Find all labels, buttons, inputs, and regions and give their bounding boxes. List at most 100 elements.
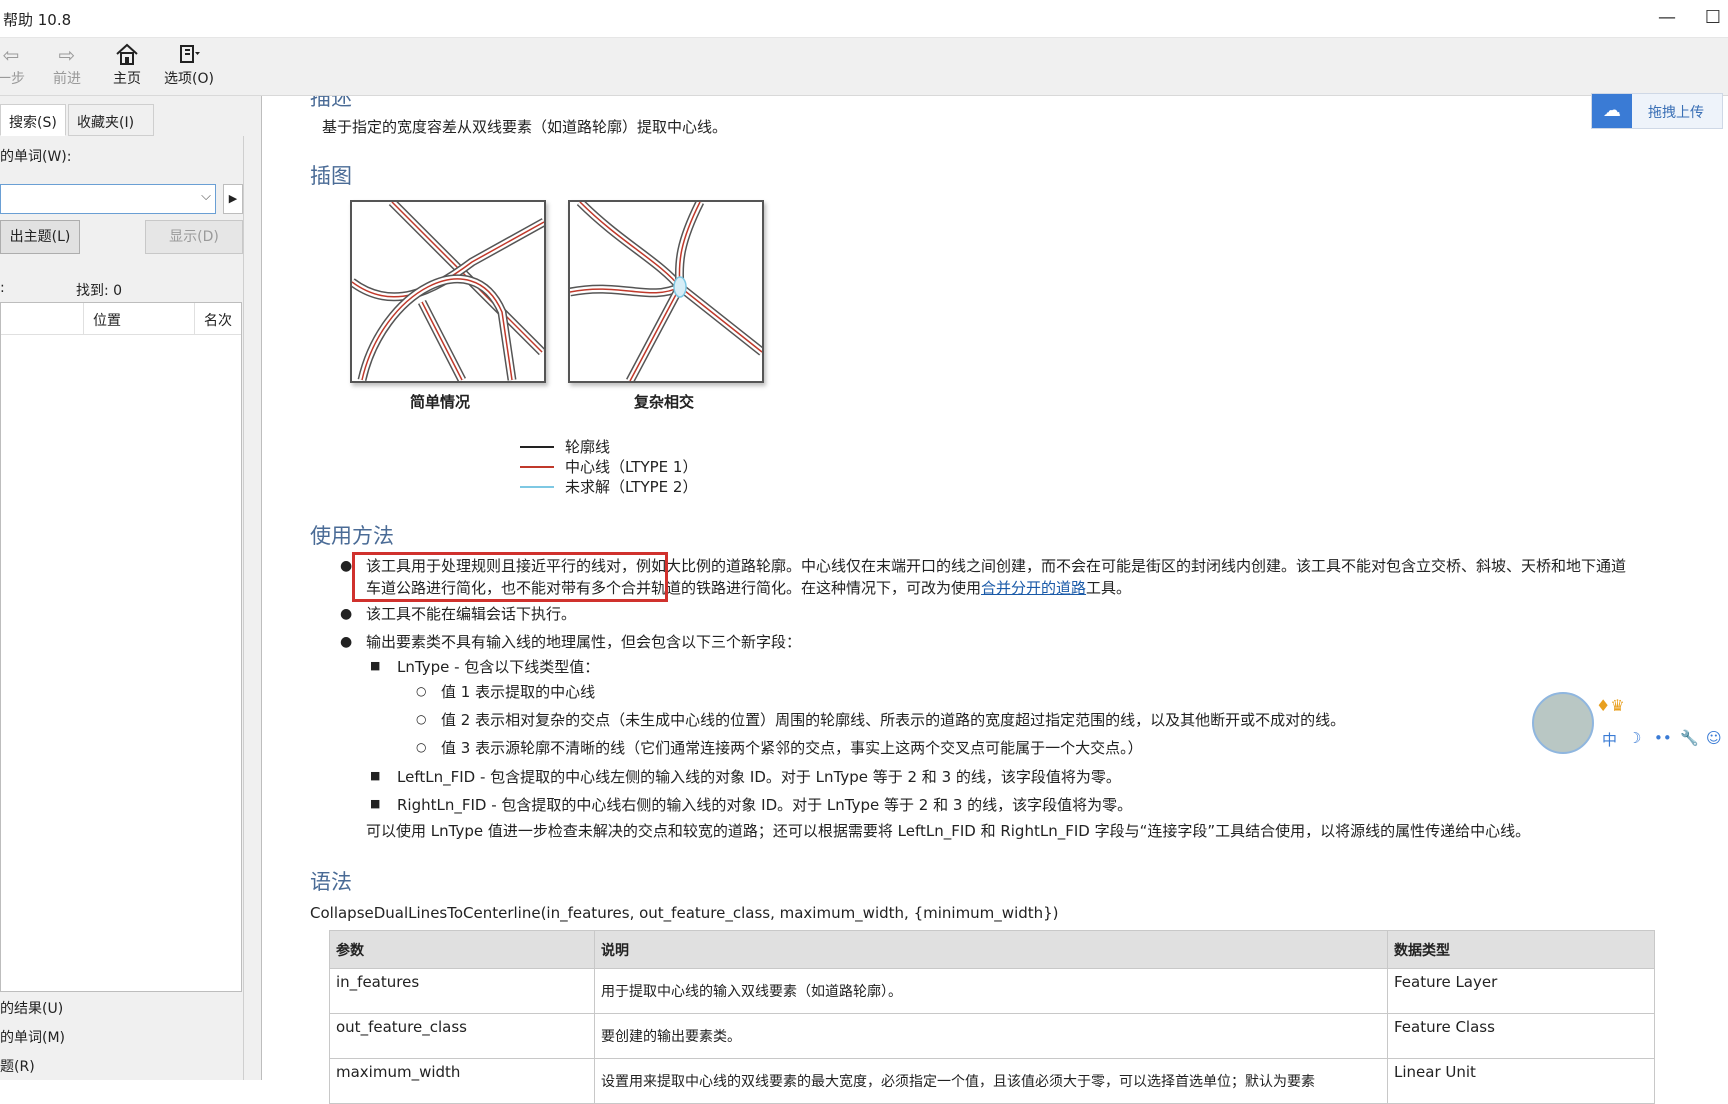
minimize-button[interactable]: — bbox=[1654, 6, 1680, 32]
usage-heading: 使用方法 bbox=[310, 524, 394, 548]
search-pane: 搜索(S) 收藏夹(I) 的单词(W): ⌵ ▶ 出主题(L) 显示(D) : … bbox=[0, 96, 252, 1080]
options-button[interactable]: 选项(O) bbox=[160, 42, 218, 88]
legend-outline-label: 轮廓线 bbox=[565, 438, 611, 456]
chevron-down-icon[interactable]: ⌵ bbox=[201, 189, 211, 204]
drag-upload-label: 拖拽上传 bbox=[1648, 105, 1704, 121]
ime-emoji-icon[interactable]: ☺ bbox=[1706, 729, 1722, 747]
ime-bar: 中 ☽ •• 🔧 ☺ bbox=[1596, 726, 1728, 752]
param-description: 设置用来提取中心线的双线要素的最大宽度，必须指定一个值，且该值必须大于零，可以选… bbox=[594, 1058, 1388, 1104]
tab-search[interactable]: 搜索(S) bbox=[0, 104, 66, 136]
syntax-heading: 语法 bbox=[310, 870, 352, 894]
ime-chinese-toggle[interactable]: 中 bbox=[1602, 729, 1617, 750]
ime-moon-icon[interactable]: ☽ bbox=[1628, 729, 1641, 747]
circle-bullet-icon: ○ bbox=[416, 740, 427, 754]
search-go-button[interactable]: ▶ bbox=[223, 184, 243, 214]
match-similar-words-option[interactable]: 的单词(M) bbox=[0, 1027, 65, 1047]
square-bullet-icon: ■ bbox=[370, 797, 381, 810]
results-header: 位置 名次 bbox=[1, 303, 241, 335]
bullet-icon: ● bbox=[340, 634, 353, 650]
col-description: 说明 bbox=[594, 930, 1388, 969]
lntype-value-2: 值 2 表示相对复杂的交点（未生成中心线的位置）周围的轮廓线、所表示的道路的宽度… bbox=[441, 711, 1346, 729]
forward-arrow-icon: ⇨ bbox=[58, 43, 76, 67]
ime-avatar[interactable] bbox=[1532, 692, 1594, 754]
legend-unsolved-line bbox=[520, 486, 554, 488]
back-button[interactable]: ⇦ 一步 bbox=[0, 42, 28, 88]
back-arrow-icon: ⇦ bbox=[2, 43, 20, 67]
column-rank[interactable]: 名次 bbox=[204, 310, 232, 330]
table-row: out_feature_class 要创建的输出要素类。 Feature Cla… bbox=[329, 1013, 1655, 1059]
bullet-icon: ● bbox=[340, 558, 353, 574]
lntype-value-1: 值 1 表示提取的中心线 bbox=[441, 683, 596, 701]
search-body: 的单词(W): ⌵ ▶ 出主题(L) 显示(D) : 找到: 0 位置 名次 的… bbox=[0, 136, 244, 1080]
ime-toolbar[interactable]: ♦♛ 中 ☽ •• 🔧 ☺ bbox=[1532, 692, 1728, 756]
forward-label: 前进 bbox=[53, 71, 81, 87]
figure-simple-case bbox=[349, 198, 547, 383]
cloud-upload-icon: ☁ bbox=[1592, 94, 1632, 128]
figure-complex-caption: 复杂相交 bbox=[634, 393, 695, 411]
title-bar: 帮助 10.8 — ☐ bbox=[0, 0, 1728, 38]
legend-outline-line bbox=[520, 446, 554, 448]
rightln-field: RightLn_FID - 包含提取的中心线右侧的输入线的对象 ID。对于 Ln… bbox=[397, 796, 1133, 814]
maximize-button[interactable]: ☐ bbox=[1700, 6, 1726, 32]
options-label: 选项(O) bbox=[164, 71, 214, 87]
table-row: maximum_width 设置用来提取中心线的双线要素的最大宽度，必须指定一个… bbox=[329, 1058, 1655, 1104]
usage-item-2: 该工具不能在编辑会话下执行。 bbox=[366, 605, 577, 623]
usage-note: 可以使用 LnType 值进一步检查未解决的交点和较宽的道路；还可以根据需要将 … bbox=[366, 822, 1531, 840]
tab-favorites[interactable]: 收藏夹(I) bbox=[68, 104, 154, 136]
param-type: Feature Layer bbox=[1387, 968, 1655, 1014]
usage-item-3: 输出要素类不具有输入线的地理属性，但会包含以下三个新字段： bbox=[366, 633, 802, 651]
param-type: Feature Class bbox=[1387, 1013, 1655, 1059]
highlight-box bbox=[352, 552, 668, 602]
description-heading: 描述 bbox=[310, 96, 352, 110]
home-icon bbox=[108, 42, 146, 68]
ime-badge-icon: ♦♛ bbox=[1596, 696, 1625, 715]
column-location[interactable]: 位置 bbox=[93, 310, 121, 330]
col-parameter: 参数 bbox=[329, 930, 595, 969]
table-header-row: 参数 说明 数据类型 bbox=[329, 930, 1655, 969]
back-label: 一步 bbox=[0, 71, 25, 87]
options-icon bbox=[160, 42, 218, 68]
legend-centerline-label: 中心线（LTYPE 1） bbox=[565, 458, 698, 476]
syntax-signature: CollapseDualLinesToCenterline(in_feature… bbox=[310, 904, 1059, 922]
description-text: 基于指定的宽度容差从双线要素（如道路轮廓）提取中心线。 bbox=[322, 118, 728, 136]
square-bullet-icon: ■ bbox=[370, 659, 381, 672]
select-topic-label: : bbox=[0, 280, 5, 296]
search-previous-results-option[interactable]: 的结果(U) bbox=[0, 998, 63, 1018]
circle-bullet-icon: ○ bbox=[416, 712, 427, 726]
lntype-value-3: 值 3 表示源轮廓不清晰的线（它们通常连接两个紧邻的交点，事实上这两个交叉点可能… bbox=[441, 739, 1143, 757]
search-titles-option[interactable]: 题(R) bbox=[0, 1056, 35, 1076]
home-button[interactable]: 主页 bbox=[108, 42, 146, 88]
table-row: in_features 用于提取中心线的输入双线要素（如道路轮廓）。 Featu… bbox=[329, 968, 1655, 1014]
parameter-table: 参数 说明 数据类型 in_features 用于提取中心线的输入双线要素（如道… bbox=[329, 930, 1655, 1104]
ime-punct-icon[interactable]: •• bbox=[1654, 729, 1672, 747]
ime-wrench-icon[interactable]: 🔧 bbox=[1680, 729, 1699, 747]
param-name: out_feature_class bbox=[329, 1013, 595, 1059]
list-topics-button[interactable]: 出主题(L) bbox=[0, 220, 80, 254]
bullet-icon: ● bbox=[340, 606, 353, 622]
param-description: 要创建的输出要素类。 bbox=[594, 1013, 1388, 1059]
legend-unsolved-label: 未求解（LTYPE 2） bbox=[565, 478, 698, 496]
illustration-heading: 插图 bbox=[310, 164, 352, 188]
search-input[interactable]: ⌵ bbox=[0, 184, 216, 214]
leftln-field: LeftLn_FID - 包含提取的中心线左侧的输入线的对象 ID。对于 LnT… bbox=[397, 768, 1121, 786]
circle-bullet-icon: ○ bbox=[416, 684, 427, 698]
display-button[interactable]: 显示(D) bbox=[145, 220, 243, 254]
found-count: 找到: 0 bbox=[76, 283, 123, 299]
dissolve-network-link[interactable]: 合并分开的道路 bbox=[981, 579, 1086, 597]
results-list[interactable]: 位置 名次 bbox=[0, 302, 242, 992]
figure-simple-caption: 简单情况 bbox=[410, 393, 471, 411]
square-bullet-icon: ■ bbox=[370, 769, 381, 782]
search-word-label: 的单词(W): bbox=[0, 149, 72, 165]
param-type: Linear Unit bbox=[1387, 1058, 1655, 1104]
param-name: in_features bbox=[329, 968, 595, 1014]
home-label: 主页 bbox=[113, 71, 141, 87]
pane-splitter[interactable] bbox=[252, 96, 262, 1080]
toolbar: ⇦ 一步 ⇨ 前进 主页 选项(O) bbox=[0, 38, 1728, 96]
legend-centerline-line bbox=[520, 466, 554, 468]
drag-upload-widget[interactable]: ☁ 拖拽上传 bbox=[1591, 93, 1723, 129]
param-description: 用于提取中心线的输入双线要素（如道路轮廓）。 bbox=[594, 968, 1388, 1014]
figure-complex-intersection bbox=[568, 198, 765, 384]
forward-button[interactable]: ⇨ 前进 bbox=[48, 42, 86, 88]
window-title: 帮助 10.8 bbox=[3, 11, 72, 29]
param-name: maximum_width bbox=[329, 1058, 595, 1104]
